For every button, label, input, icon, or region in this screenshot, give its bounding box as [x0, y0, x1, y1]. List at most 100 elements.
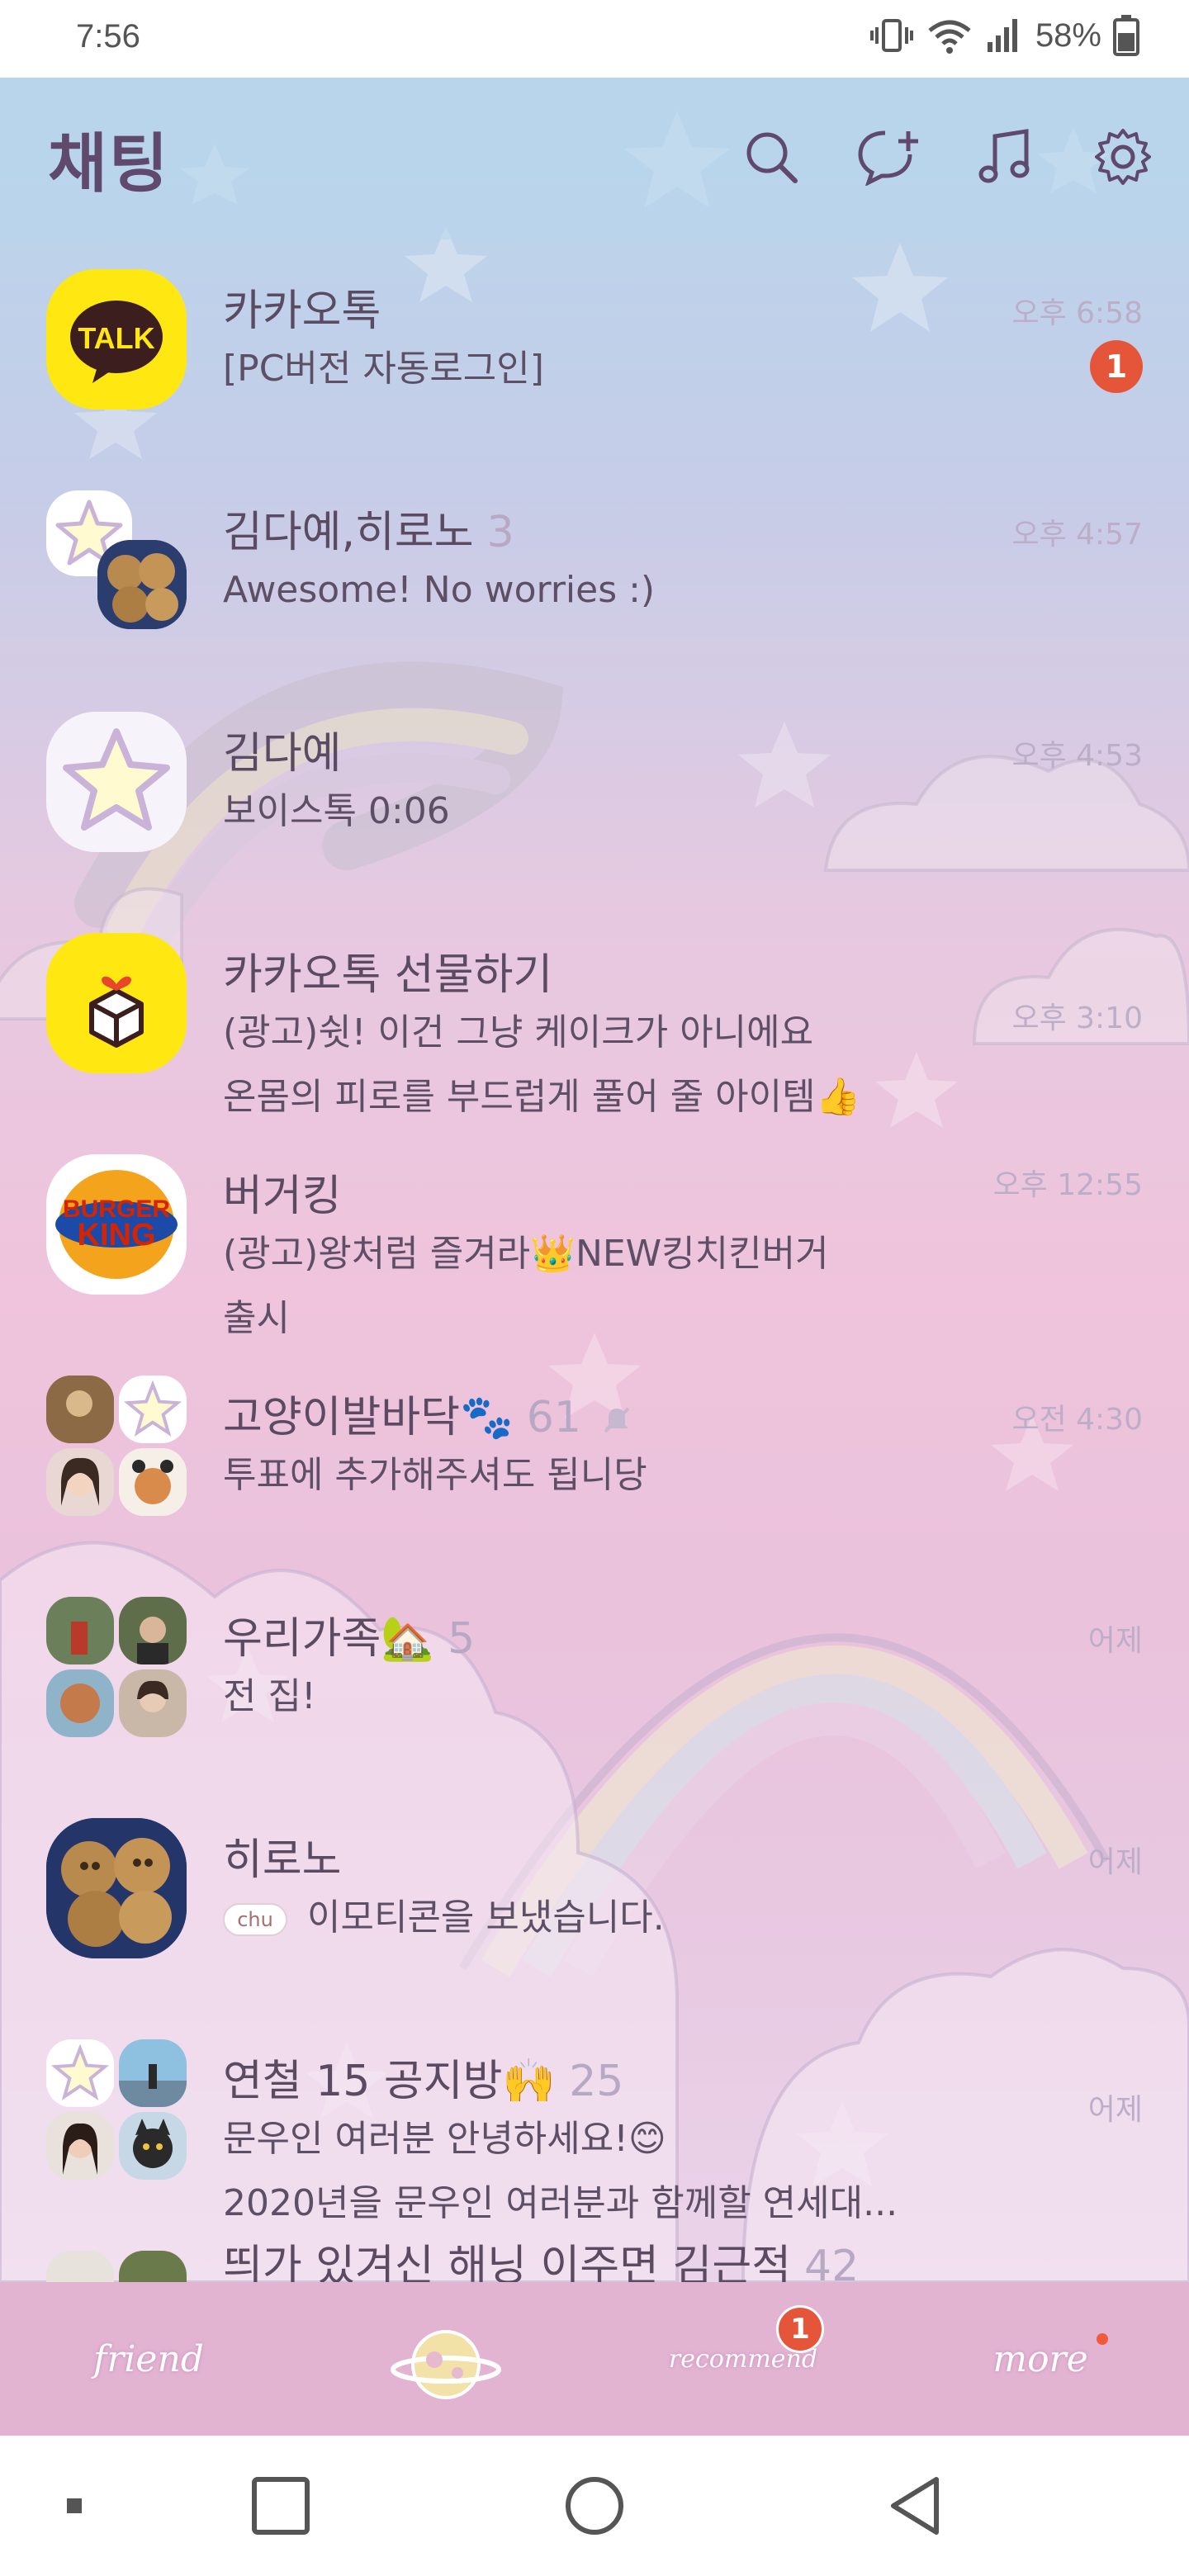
kakaotalk-logo-icon: TALK	[70, 301, 163, 383]
chat-time: 오후 4:53	[1011, 739, 1143, 773]
chat-message: (광고)왕처럼 즐겨라👑NEW킹치킨버거 출시	[223, 1233, 829, 1339]
chat-time: 오후 4:57	[1011, 518, 1143, 552]
nav-notification-dot[interactable]	[33, 2436, 116, 2576]
avatar-group	[46, 2251, 187, 2282]
chat-row[interactable]: 띄가 있겨신 해닝 이주면 김근적 42	[0, 2233, 1189, 2282]
photo-avatar	[97, 540, 187, 629]
tab-recommend-label: recommend	[668, 2344, 818, 2374]
new-chat-icon[interactable]	[855, 124, 921, 190]
chat-message: chu 이모티콘을 보냈습니다.	[223, 1886, 966, 1950]
chat-message: 보이스톡 0:06	[223, 790, 450, 832]
member-count: 42	[804, 2242, 860, 2282]
photo-avatar	[119, 2112, 187, 2180]
star-avatar	[46, 2039, 114, 2107]
tab-recommend[interactable]: recommend	[628, 2282, 859, 2436]
avatar	[46, 712, 187, 852]
wifi-icon	[928, 20, 971, 54]
chat-name: 버거킹	[223, 1172, 342, 1221]
member-count: 3	[486, 508, 514, 557]
chat-name: 김다예,히로노 3	[223, 508, 514, 557]
page-title: 채팅	[48, 127, 170, 201]
chat-message: Awesome! No worries :)	[223, 569, 656, 611]
chat-name: 우리가족🏡 5	[223, 1614, 476, 1664]
chat-name: 연철 15 공지방🙌 25	[223, 2057, 624, 2106]
photo-avatar	[46, 1597, 114, 1664]
bottom-tab-bar: friend 1 recommend more	[0, 2282, 1189, 2436]
recent-apps-button[interactable]	[231, 2436, 330, 2576]
photo-avatar	[46, 2251, 114, 2282]
chat-time: 오전 4:30	[1011, 1403, 1143, 1437]
photo-avatar	[119, 2251, 187, 2282]
chat-row[interactable]: 연철 15 공지방🙌 25 문우인 여러분 안녕하세요!😊 2020년을 문우인 …	[0, 2011, 1189, 2233]
character-avatar	[119, 1448, 187, 1516]
chat-name: 고양이발바닥🐾 61	[223, 1382, 633, 1444]
chat-row[interactable]: 김다예 보이스톡 0:06 오후 4:53	[0, 684, 1189, 905]
app-header: 채팅	[0, 78, 1189, 239]
chat-name: 카카오톡	[223, 286, 381, 336]
avatar	[46, 1818, 187, 1958]
chat-name: 카카오톡 선물하기	[223, 950, 553, 1000]
chat-time: 어제	[1087, 1845, 1143, 1879]
photo-avatar	[46, 1448, 114, 1516]
signal-icon	[987, 19, 1017, 52]
chat-message: 전 집!	[223, 1675, 316, 1717]
back-icon	[891, 2477, 939, 2535]
photo-avatar	[119, 1597, 187, 1664]
chat-name: 히로노	[223, 1835, 342, 1885]
avatar-group	[46, 1597, 187, 1737]
member-count: 5	[448, 1614, 476, 1664]
status-icons: 58%	[869, 15, 1139, 56]
header-actions	[738, 124, 1156, 190]
chat-row[interactable]: 카카오톡 선물하기 (광고)쉿! 이건 그냥 케이크가 아니에요 온몸의 피로를…	[0, 905, 1189, 1126]
burger-king-logo-icon: BURGER KING	[55, 1170, 178, 1279]
chat-row[interactable]: TALK 카카오톡 [PC버전 자동로그인] 오후 6:58 1	[0, 241, 1189, 462]
avatar-group	[46, 1376, 187, 1516]
planet-chat-icon	[391, 2330, 501, 2399]
chat-message: 문우인 여러분 안녕하세요!😊 2020년을 문우인 여러분과 함께할 연세대.…	[223, 2118, 898, 2224]
chat-time: 오후 6:58	[1011, 296, 1143, 330]
gift-icon	[89, 976, 144, 1048]
new-indicator-dot	[1097, 2333, 1108, 2345]
chat-time: 오후 12:55	[992, 1168, 1143, 1202]
chat-row[interactable]: 김다예,히로노 3 Awesome! No worries :) 오후 4:57	[0, 462, 1189, 684]
mute-icon	[604, 1407, 629, 1433]
unread-badge: 1	[1090, 340, 1143, 393]
music-icon[interactable]	[973, 124, 1039, 190]
chat-message: (광고)쉿! 이건 그냥 케이크가 아니에요 온몸의 피로를 부드럽게 풀어 줄…	[223, 1011, 861, 1118]
chat-name: 띄가 있겨신 해닝 이주면 김근적 42	[223, 2233, 859, 2282]
svg-text:TALK: TALK	[78, 321, 154, 355]
recents-icon	[252, 2477, 310, 2535]
member-count: 61	[526, 1393, 581, 1442]
avatar: TALK	[46, 269, 187, 410]
home-button[interactable]	[545, 2436, 644, 2576]
battery-percent: 58%	[1035, 17, 1101, 54]
tab-friend-label: friend	[93, 2337, 204, 2380]
chat-time: 어제	[1087, 1624, 1143, 1658]
tab-chat[interactable]: 1	[330, 2282, 824, 2436]
photo-avatar	[119, 1669, 187, 1737]
search-icon[interactable]	[738, 124, 804, 190]
settings-icon[interactable]	[1090, 124, 1156, 190]
photo-avatar	[46, 1669, 114, 1737]
star-avatar	[119, 1376, 187, 1443]
battery-icon	[1113, 15, 1139, 56]
chat-time: 오후 3:10	[1011, 1002, 1143, 1035]
chat-row[interactable]: 히로노 chu 이모티콘을 보냈습니다. 어제	[0, 1790, 1189, 2011]
chat-row[interactable]: 고양이발바닥🐾 61 투표에 추가해주셔도 됩니당 오전 4:30	[0, 1347, 1189, 1569]
home-icon	[566, 2477, 623, 2535]
status-time: 7:56	[76, 18, 140, 54]
chat-message: 투표에 추가해주셔도 됩니당	[223, 1454, 647, 1496]
photo-avatar	[46, 1376, 114, 1443]
tab-more[interactable]: more	[925, 2282, 1156, 2436]
back-button[interactable]	[867, 2436, 966, 2576]
chat-time: 어제	[1087, 2093, 1143, 2127]
avatar-group	[46, 490, 187, 631]
system-nav-bar	[0, 2436, 1189, 2576]
square-dot-icon	[67, 2498, 82, 2513]
svg-text:KING: KING	[78, 1218, 156, 1252]
chat-row[interactable]: 우리가족🏡 5 전 집! 어제	[0, 1569, 1189, 1790]
tab-friend[interactable]: friend	[33, 2282, 264, 2436]
tab-more-label: more	[992, 2337, 1088, 2380]
chat-row[interactable]: BURGER KING 버거킹 (광고)왕처럼 즐겨라👑NEW킹치킨버거 출시 …	[0, 1126, 1189, 1347]
avatar	[46, 933, 187, 1073]
